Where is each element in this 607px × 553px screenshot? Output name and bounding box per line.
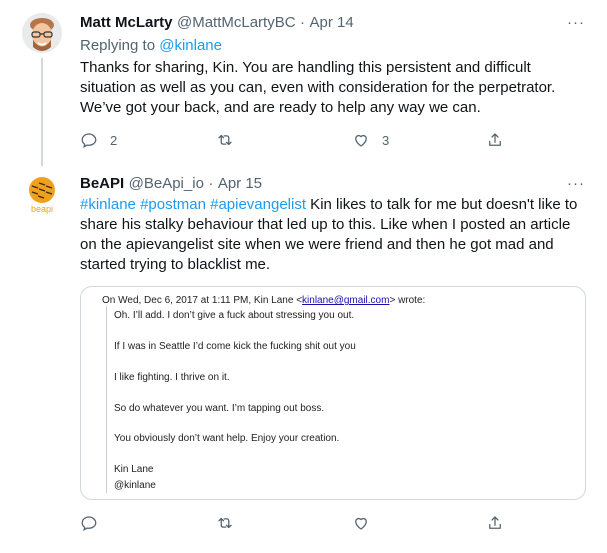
more-icon[interactable]: ···: [567, 14, 585, 31]
tweet-beapi[interactable]: beapi BeAPI @BeApi_io · Apr 15 ··· #kinl…: [0, 165, 607, 553]
email-header-prefix: On Wed, Dec 6, 2017 at 1:11 PM, Kin Lane…: [102, 295, 303, 306]
reply-button[interactable]: 2: [80, 131, 117, 149]
email-line: @kinlane: [114, 480, 156, 491]
reply-icon: [81, 133, 97, 148]
separator: ·: [300, 14, 306, 31]
retweet-button[interactable]: [216, 514, 234, 532]
replying-handle-link[interactable]: @kinlane: [159, 37, 222, 54]
email-address-link: kinlane@gmail.com: [302, 295, 390, 306]
tweet-text: Thanks for sharing, Kin. You are handlin…: [80, 59, 556, 116]
reply-icon: [81, 516, 97, 531]
email-line: Kin Lane: [114, 464, 154, 475]
avatar[interactable]: beapi: [22, 175, 62, 215]
email-header-suffix: > wrote:: [389, 295, 426, 306]
timestamp[interactable]: Apr 14: [309, 14, 353, 31]
display-name[interactable]: BeAPI: [80, 175, 124, 192]
more-icon[interactable]: ···: [567, 175, 585, 192]
share-icon: [489, 133, 501, 146]
display-name[interactable]: Matt McLarty: [80, 14, 173, 31]
hashtag-postman[interactable]: #postman: [140, 196, 206, 213]
attached-image[interactable]: On Wed, Dec 6, 2017 at 1:11 PM, Kin Lane…: [80, 286, 586, 500]
email-line: Oh. I’ll add. I don’t give a fuck about …: [114, 310, 355, 321]
memoji-avatar-icon: [22, 13, 62, 53]
tweet-matt-mclarty[interactable]: Matt McLarty @MattMcLartyBC · Apr 14 ···…: [0, 0, 607, 166]
share-button[interactable]: [486, 514, 504, 532]
hashtag-kinlane[interactable]: #kinlane: [80, 196, 136, 213]
thread-connector-line: [41, 58, 43, 166]
email-line: So do whatever you want. I’m tapping out…: [114, 403, 325, 414]
avatar-wordmark: beapi: [30, 204, 54, 214]
avatar[interactable]: [22, 13, 62, 53]
retweet-button[interactable]: [216, 131, 246, 149]
reply-count: 2: [110, 132, 118, 148]
replying-to: Replying to @kinlane: [80, 37, 222, 54]
tweet-header: Matt McLarty @MattMcLartyBC · Apr 14: [80, 14, 354, 32]
reply-button[interactable]: [80, 514, 98, 532]
retweet-icon: [218, 517, 232, 529]
hashtag-apievangelist[interactable]: #apievangelist: [210, 196, 306, 213]
separator: ·: [208, 175, 214, 192]
replying-prefix: Replying to: [80, 37, 156, 54]
share-icon: [489, 516, 501, 529]
like-icon: [355, 134, 367, 147]
email-header: On Wed, Dec 6, 2017 at 1:11 PM, Kin Lane…: [102, 295, 425, 306]
email-line: I like fighting. I thrive on it.: [114, 372, 230, 383]
handle[interactable]: @MattMcLartyBC: [177, 14, 296, 31]
tweet-text: #kinlane #postman #apievangelist Kin lik…: [80, 195, 580, 275]
like-count: 3: [382, 132, 390, 148]
tweet-header: BeAPI @BeApi_io · Apr 15: [80, 175, 262, 193]
retweet-icon: [218, 134, 232, 146]
like-icon: [355, 517, 367, 530]
like-button[interactable]: 3: [352, 131, 389, 149]
timestamp[interactable]: Apr 15: [218, 175, 262, 192]
handle[interactable]: @BeApi_io: [129, 175, 204, 192]
email-line: If I was in Seattle I’d come kick the fu…: [114, 341, 356, 352]
like-button[interactable]: [352, 514, 370, 532]
share-button[interactable]: [486, 131, 504, 149]
email-line: You obviously don’t want help. Enjoy you…: [114, 433, 340, 444]
email-quote-bar: [106, 306, 107, 493]
